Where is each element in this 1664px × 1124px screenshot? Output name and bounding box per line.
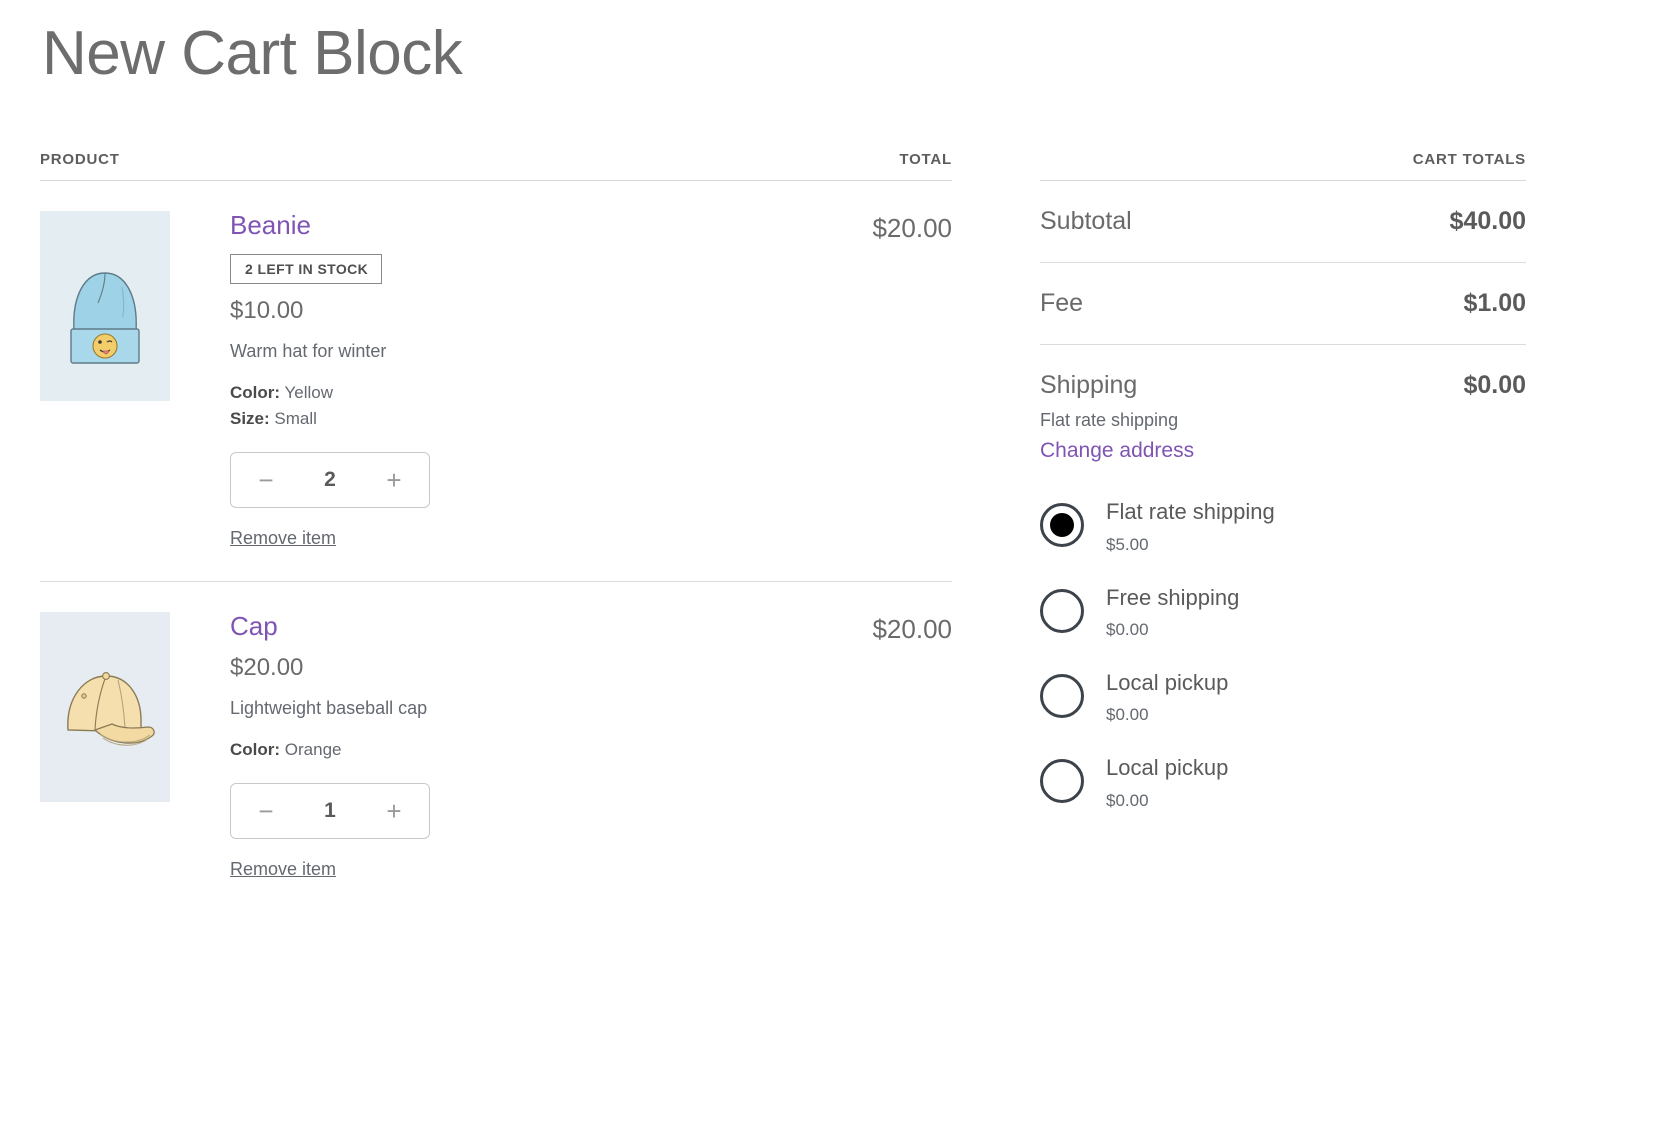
quantity-value[interactable]: 1 bbox=[324, 799, 336, 823]
variation-value: Orange bbox=[285, 740, 342, 759]
product-name-link[interactable]: Cap bbox=[230, 612, 278, 641]
product-unit-price: $10.00 bbox=[230, 298, 772, 324]
cart-line-item: Cap $20.00 Lightweight baseball cap Colo… bbox=[40, 581, 952, 912]
quantity-increment-button[interactable]: + bbox=[381, 798, 407, 824]
shipping-label: Shipping bbox=[1040, 371, 1137, 400]
product-details: Cap $20.00 Lightweight baseball cap Colo… bbox=[230, 612, 772, 880]
shipping-method-name: Flat rate shipping bbox=[1040, 410, 1526, 431]
product-name-link[interactable]: Beanie bbox=[230, 211, 311, 240]
shipping-option[interactable]: Free shipping $0.00 bbox=[1040, 571, 1526, 656]
product-description: Lightweight baseball cap bbox=[230, 697, 772, 720]
product-line-total: $20.00 bbox=[772, 612, 952, 880]
cart-items-column: PRODUCT TOTAL bbox=[40, 151, 952, 912]
shipping-options-list: Flat rate shipping $5.00 Free shipping $… bbox=[1040, 485, 1526, 827]
shipping-option-price: $0.00 bbox=[1106, 791, 1526, 811]
variation-key: Color: bbox=[230, 383, 280, 402]
change-address-link[interactable]: Change address bbox=[1040, 439, 1194, 463]
cart-layout: PRODUCT TOTAL bbox=[40, 151, 1624, 912]
product-thumbnail-cell bbox=[40, 211, 230, 549]
cart-page: New Cart Block PRODUCT TOTAL bbox=[0, 18, 1664, 1124]
product-description: Warm hat for winter bbox=[230, 340, 772, 363]
remove-item-link[interactable]: Remove item bbox=[230, 859, 336, 880]
quantity-decrement-button[interactable]: − bbox=[253, 467, 279, 493]
subtotal-label: Subtotal bbox=[1040, 207, 1132, 236]
page-title: New Cart Block bbox=[42, 18, 1624, 89]
beanie-image[interactable] bbox=[40, 211, 170, 401]
radio-button-icon[interactable] bbox=[1040, 759, 1084, 803]
quantity-decrement-button[interactable]: − bbox=[253, 798, 279, 824]
quantity-stepper[interactable]: − 2 + bbox=[230, 452, 430, 508]
subtotal-value: $40.00 bbox=[1450, 207, 1526, 236]
radio-button-icon[interactable] bbox=[1040, 674, 1084, 718]
stock-badge: 2 LEFT IN STOCK bbox=[230, 254, 382, 284]
variation-key: Size: bbox=[230, 409, 270, 428]
column-header-product: PRODUCT bbox=[40, 151, 120, 168]
cart-line-item: Beanie 2 LEFT IN STOCK $10.00 Warm hat f… bbox=[40, 181, 952, 581]
shipping-option[interactable]: Local pickup $0.00 bbox=[1040, 741, 1526, 826]
shipping-option-price: $0.00 bbox=[1106, 620, 1526, 640]
quantity-stepper[interactable]: − 1 + bbox=[230, 783, 430, 839]
radio-button-icon[interactable] bbox=[1040, 503, 1084, 547]
product-line-total: $20.00 bbox=[772, 211, 952, 549]
shipping-option-price: $0.00 bbox=[1106, 705, 1526, 725]
variation-value: Yellow bbox=[284, 383, 333, 402]
quantity-value[interactable]: 2 bbox=[324, 468, 336, 492]
shipping-option[interactable]: Flat rate shipping $5.00 bbox=[1040, 485, 1526, 570]
variation-key: Color: bbox=[230, 740, 280, 759]
shipping-option[interactable]: Local pickup $0.00 bbox=[1040, 656, 1526, 741]
radio-button-icon[interactable] bbox=[1040, 589, 1084, 633]
fee-label: Fee bbox=[1040, 289, 1083, 318]
product-variation-list: Color: Yellow Size: Small bbox=[230, 380, 772, 433]
cart-totals-title: CART TOTALS bbox=[1040, 151, 1526, 181]
column-header-total: TOTAL bbox=[899, 151, 952, 168]
fee-value: $1.00 bbox=[1463, 289, 1526, 318]
cart-totals-panel: CART TOTALS Subtotal $40.00 Fee $1.00 Sh… bbox=[1040, 151, 1526, 853]
product-thumbnail-cell bbox=[40, 612, 230, 880]
quantity-increment-button[interactable]: + bbox=[381, 467, 407, 493]
product-details: Beanie 2 LEFT IN STOCK $10.00 Warm hat f… bbox=[230, 211, 772, 549]
shipping-option-label: Local pickup bbox=[1106, 755, 1228, 780]
shipping-option-label: Flat rate shipping bbox=[1106, 499, 1275, 524]
product-variation-list: Color: Orange bbox=[230, 737, 772, 763]
shipping-row: Shipping $0.00 Flat rate shipping Change… bbox=[1040, 345, 1526, 853]
fee-row: Fee $1.00 bbox=[1040, 263, 1526, 345]
variation-value: Small bbox=[274, 409, 317, 428]
shipping-option-label: Local pickup bbox=[1106, 670, 1228, 695]
variation-row: Size: Small bbox=[230, 406, 772, 432]
shipping-option-price: $5.00 bbox=[1106, 535, 1526, 555]
subtotal-row: Subtotal $40.00 bbox=[1040, 181, 1526, 263]
variation-row: Color: Orange bbox=[230, 737, 772, 763]
variation-row: Color: Yellow bbox=[230, 380, 772, 406]
cart-table-header: PRODUCT TOTAL bbox=[40, 151, 952, 181]
product-unit-price: $20.00 bbox=[230, 655, 772, 681]
cap-image[interactable] bbox=[40, 612, 170, 802]
shipping-option-label: Free shipping bbox=[1106, 585, 1239, 610]
shipping-value: $0.00 bbox=[1463, 371, 1526, 400]
remove-item-link[interactable]: Remove item bbox=[230, 528, 336, 549]
